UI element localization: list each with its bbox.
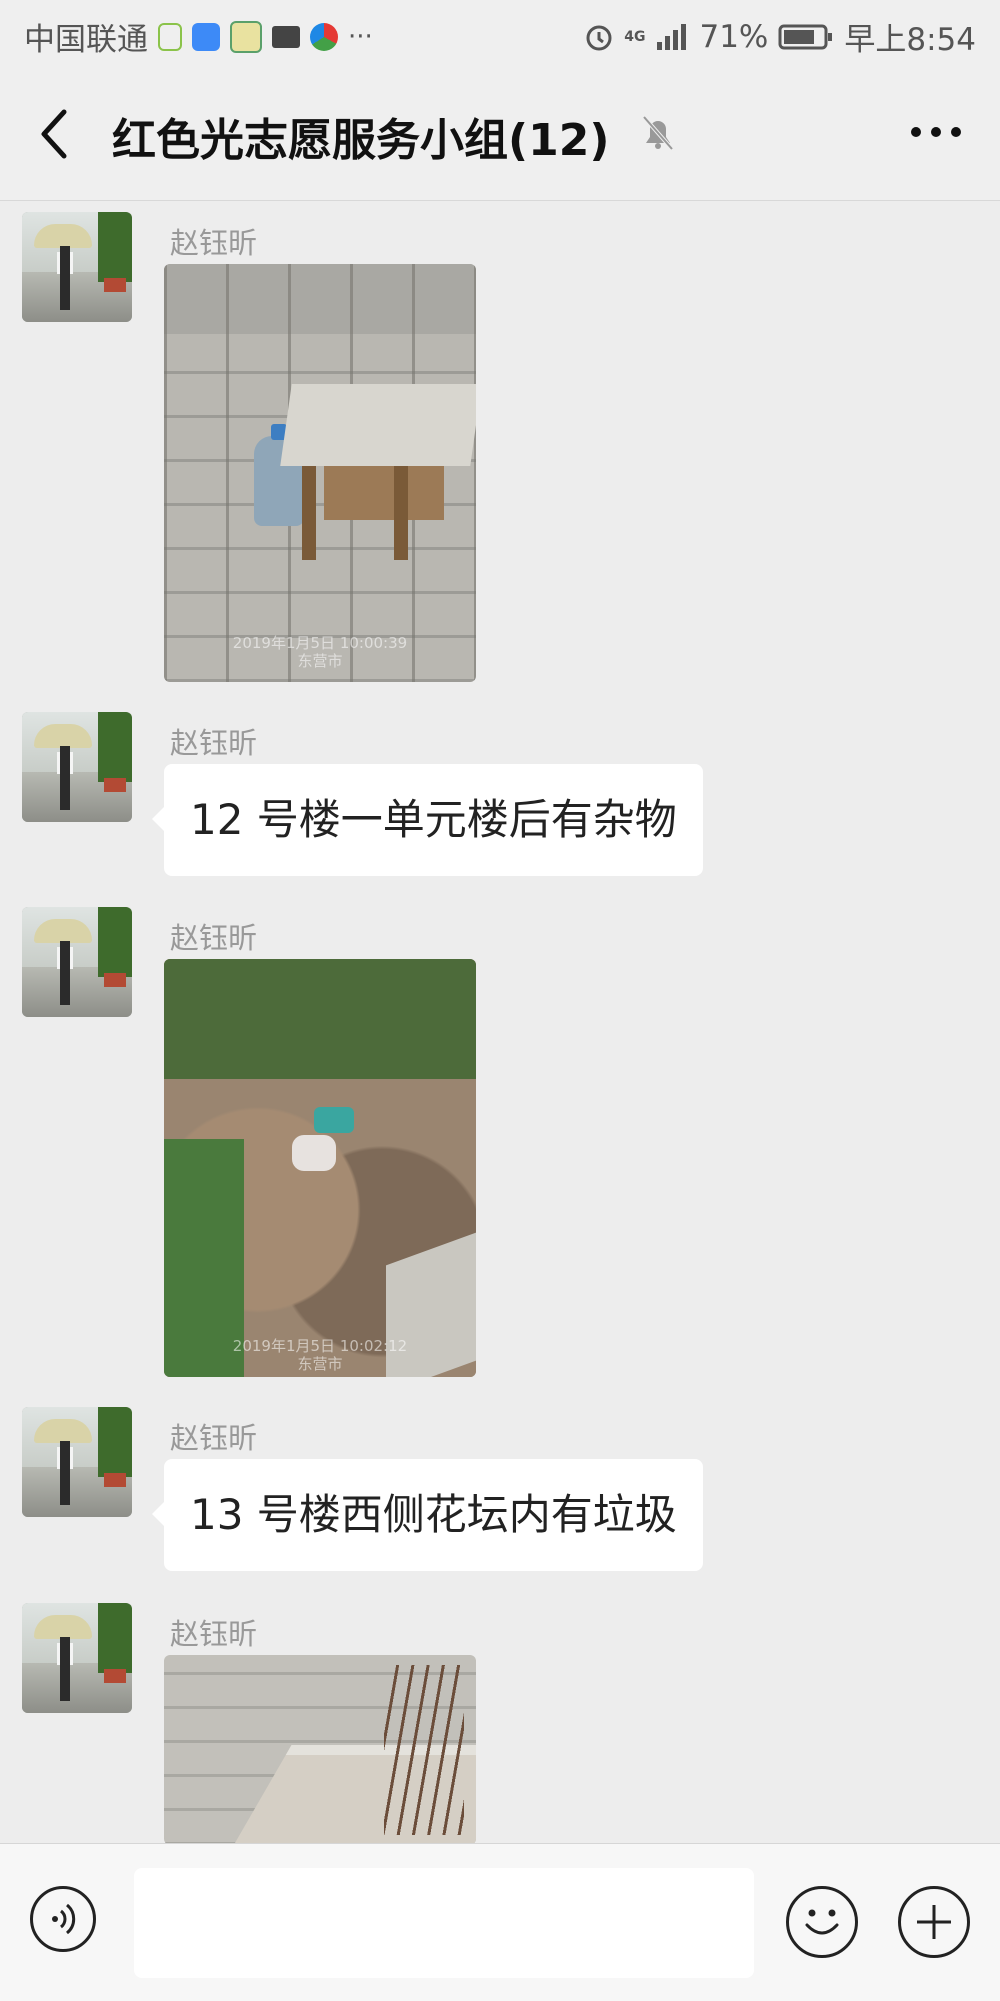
battery-percent: 71% (699, 18, 769, 55)
message-item: 赵钰昕 12 号楼一单元楼后有杂物 (0, 712, 1000, 882)
photo-timestamp: 2019年1月5日 10:02:12 (232, 1337, 408, 1355)
message-bubble[interactable]: 13 号楼西侧花坛内有垃圾 (152, 1459, 703, 1571)
mail-icon (272, 25, 300, 48)
message-item: 赵钰昕 13 号楼西侧花坛内有垃圾 (0, 1407, 1000, 1577)
message-item: 赵钰昕 2019年1月5日 10:00:39 东营市 (0, 212, 1000, 682)
alarm-icon (586, 25, 612, 50)
time-label: 早上8:54 (844, 22, 976, 58)
photo-timestamp: 2019年1月5日 10:00:39 (232, 634, 408, 652)
more-notifications-icon: ··· (348, 21, 373, 52)
chat-header: 红色光志愿服务小组(12) (0, 68, 1000, 201)
lock-icon (158, 22, 182, 51)
avatar[interactable] (22, 712, 132, 822)
status-bar: 中国联通 ··· 4G 71% 早上8:54 (0, 0, 1000, 68)
app-icon (310, 22, 338, 51)
status-right: 4G 71% 早上8:54 (584, 14, 976, 59)
more-horizontal-icon[interactable] (906, 112, 966, 152)
back-icon[interactable] (34, 102, 74, 166)
app-icon (192, 22, 220, 51)
sender-name: 赵钰昕 (170, 726, 258, 760)
carrier-label: 中国联通 (24, 22, 148, 58)
network-label: 4G (624, 28, 646, 45)
input-bar (0, 1843, 1000, 2001)
photo-location: 东营市 (297, 1355, 343, 1373)
avatar[interactable] (22, 212, 132, 322)
sender-name: 赵钰昕 (170, 1421, 258, 1455)
chat-title: 红色光志愿服务小组(12) (112, 115, 610, 166)
sender-name: 赵钰昕 (170, 921, 258, 955)
message-bubble[interactable]: 12 号楼一单元楼后有杂物 (152, 764, 703, 876)
voice-icon[interactable] (30, 1886, 96, 1952)
app-icon (230, 20, 262, 53)
signal-icon (657, 23, 687, 50)
sender-name: 赵钰昕 (170, 226, 258, 260)
plus-icon[interactable] (898, 1886, 970, 1958)
avatar[interactable] (22, 1407, 132, 1517)
sender-name: 赵钰昕 (170, 1617, 258, 1651)
message-input[interactable] (134, 1868, 754, 1978)
status-left: 中国联通 ··· (24, 14, 373, 59)
avatar[interactable] (22, 907, 132, 1017)
battery-icon (778, 24, 833, 49)
message-item: 赵钰昕 2019年1月5日 10:02:12 东营市 (0, 907, 1000, 1377)
message-item: 赵钰昕 (0, 1603, 1000, 1843)
message-image[interactable]: 2019年1月5日 10:00:39 东营市 (164, 264, 476, 682)
bell-off-icon (642, 115, 674, 151)
photo-location: 东营市 (297, 652, 343, 670)
message-image[interactable]: 2019年1月5日 10:02:12 东营市 (164, 959, 476, 1377)
emoji-icon[interactable] (786, 1886, 858, 1958)
message-image[interactable] (164, 1655, 476, 1843)
avatar[interactable] (22, 1603, 132, 1713)
